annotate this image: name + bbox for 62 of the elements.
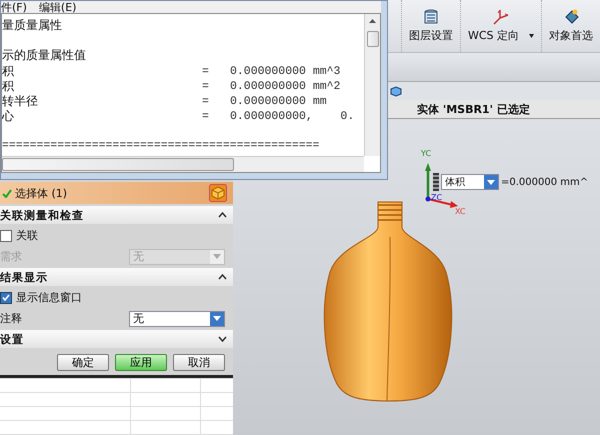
toolbar-button[interactable]: WCS 定向 [460, 0, 541, 52]
checkbox[interactable] [0, 292, 12, 304]
toolbar-button[interactable]: 对象首选 [541, 0, 600, 52]
dropdown-arrow-icon [213, 254, 221, 259]
dialog-button[interactable]: 应用 [115, 354, 167, 371]
check-icon [2, 188, 12, 198]
separator-line: ============================================== [2, 139, 320, 152]
property-value: 0.000000000 mm^3 [230, 65, 342, 78]
section-header[interactable]: 设置 [0, 330, 233, 348]
field-label: 注释 [0, 311, 22, 326]
section-header[interactable]: 关联测量和检查 [0, 206, 233, 224]
axis-label: ZC [431, 193, 442, 202]
checkbox[interactable] [0, 230, 12, 242]
axis-label: XC [455, 207, 466, 216]
cube-icon[interactable] [209, 184, 227, 202]
collapse-icon[interactable] [218, 212, 227, 218]
equals-sign: = [202, 95, 210, 108]
field-label: 需求 [0, 249, 22, 264]
info-heading: 量质量属性 [2, 17, 62, 34]
menu-item[interactable]: 件(F) [1, 0, 27, 14]
dialog-button[interactable]: 取消 [173, 354, 225, 371]
checkbox-label: 关联 [16, 228, 38, 243]
scrollbar-thumb[interactable] [2, 158, 234, 171]
section-title: 设置 [0, 332, 24, 346]
axes-icon [492, 9, 510, 25]
dropdown[interactable]: 无 [129, 310, 225, 326]
dropdown[interactable]: 体积 [441, 174, 499, 190]
status-text: 实体 'MSBR1' 已选定 [417, 102, 530, 116]
horizontal-scrollbar[interactable] [2, 156, 364, 172]
checkbox-label: 显示信息窗口 [16, 290, 82, 305]
selection-row[interactable]: 选择体 (1) [0, 182, 233, 204]
property-label: 转半径 [2, 93, 39, 110]
property-value: 0.000000000 mm [230, 95, 328, 108]
section-title: 结果显示 [0, 270, 48, 284]
axis-label: YC [421, 149, 432, 158]
layers-icon [422, 9, 439, 25]
equals-sign: = [202, 110, 210, 123]
section-title: 关联测量和检查 [0, 208, 84, 222]
menu-item[interactable]: 编辑(E) [38, 0, 76, 14]
readout-value: =0.000000 mm^ [501, 176, 588, 188]
vertical-scrollbar[interactable] [364, 14, 380, 156]
info-heading: 示的质量属性值 [2, 47, 86, 64]
dropdown-arrow-icon [213, 316, 221, 321]
property-label: 积 [2, 78, 15, 95]
drag-handle[interactable] [433, 173, 439, 191]
dropdown-arrow-icon [487, 180, 495, 184]
caret-icon[interactable] [529, 34, 534, 38]
property-value: 0.000000000 mm^2 [230, 80, 342, 93]
scrollbar-thumb[interactable] [366, 31, 378, 47]
scroll-up-icon[interactable] [369, 19, 376, 23]
toolbar-button[interactable]: 图层设置 [400, 0, 460, 52]
equals-sign: = [202, 80, 210, 93]
property-label: 积 [2, 63, 15, 80]
dialog-button[interactable]: 确定 [57, 354, 109, 371]
box-icon[interactable] [390, 86, 402, 96]
property-value: 0.000000000, 0. [230, 110, 356, 123]
property-label: 心 [2, 108, 15, 125]
expand-icon[interactable] [218, 336, 227, 342]
collapse-icon[interactable] [218, 274, 227, 280]
equals-sign: = [202, 65, 210, 78]
selection-label: 选择体 (1) [15, 186, 68, 200]
section-header[interactable]: 结果显示 [0, 268, 233, 286]
